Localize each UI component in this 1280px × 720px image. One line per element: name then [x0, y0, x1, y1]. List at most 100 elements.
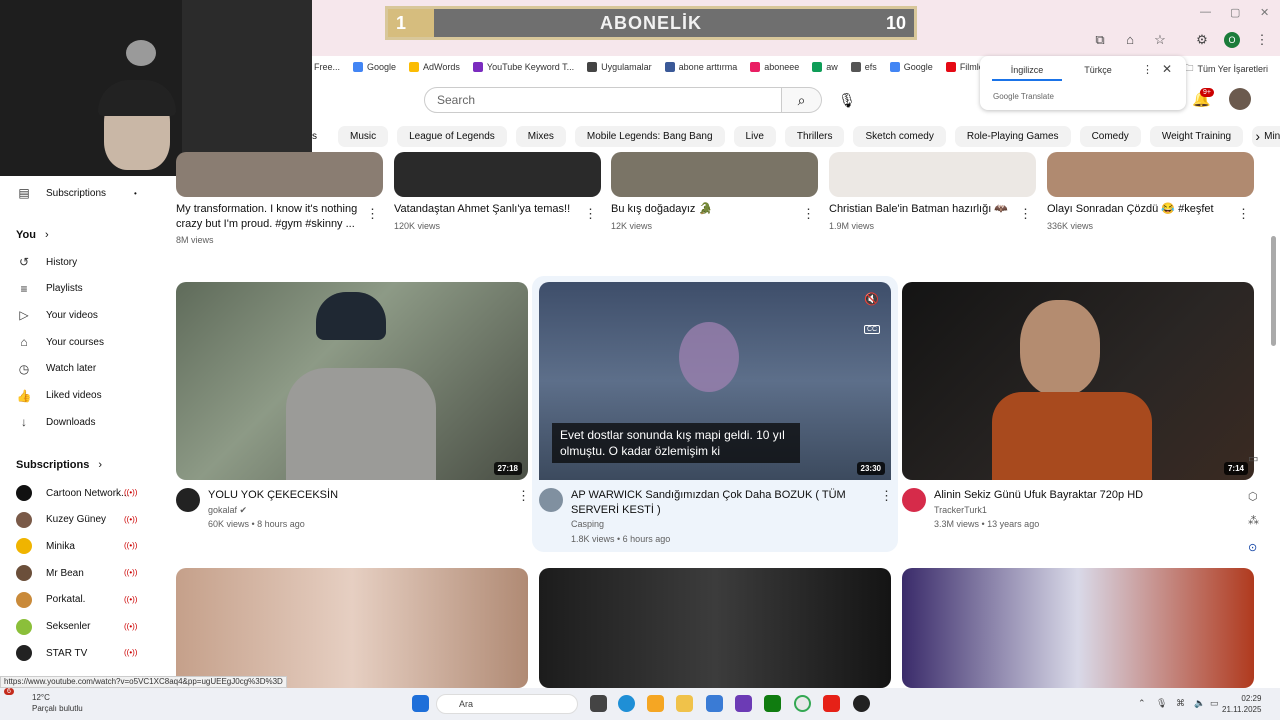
battery-icon[interactable]: ▭: [1210, 698, 1219, 709]
sidebar-item-watch-later[interactable]: ◷ Watch later: [16, 362, 96, 376]
bookmark-item[interactable]: Free...: [314, 62, 340, 72]
chip[interactable]: Thrillers: [784, 125, 845, 147]
chip[interactable]: Mixes: [515, 125, 566, 147]
edge-icon[interactable]: [618, 695, 635, 712]
short-title[interactable]: Bu kış doğadayız 🐊: [611, 202, 796, 217]
video-thumbnail[interactable]: [176, 568, 528, 688]
sidebar-item-history[interactable]: ↺ History: [16, 255, 77, 269]
short-thumbnail[interactable]: [829, 152, 1036, 197]
subscription-channel[interactable]: STAR TV: [16, 645, 87, 662]
subscription-channel[interactable]: Kuzey Güney: [16, 511, 106, 528]
short-title[interactable]: Vatandaştan Ahmet Şanlı'ya temas!!: [394, 202, 579, 217]
side-panel-icon[interactable]: ⊙: [1248, 541, 1257, 554]
you-heading[interactable]: You ›: [16, 229, 49, 241]
network-icon[interactable]: ⌘: [1176, 698, 1185, 709]
bookmark-item[interactable]: Google: [889, 62, 933, 72]
sidebar-item-your-courses[interactable]: ⌂ Your courses: [16, 335, 104, 349]
extensions-icon[interactable]: ⚙: [1194, 32, 1210, 48]
more-options-icon[interactable]: ⋮: [1019, 206, 1032, 222]
channel-avatar[interactable]: [176, 488, 200, 512]
chip[interactable]: Music: [338, 125, 389, 147]
tray-chevron-icon[interactable]: ⌃: [1138, 698, 1146, 709]
weather-widget[interactable]: 12°C Parçalı bulutlu: [18, 692, 83, 714]
channel-name[interactable]: Casping: [571, 519, 604, 529]
taskbar-clock[interactable]: 02:29 21.11.2025: [1222, 693, 1261, 715]
obs-icon[interactable]: [853, 695, 870, 712]
profile-icon[interactable]: O: [1224, 32, 1240, 48]
translate-close-icon[interactable]: ✕: [1162, 62, 1172, 76]
chip[interactable]: Sketch comedy: [853, 125, 946, 147]
close-window-icon[interactable]: ✕: [1260, 6, 1269, 19]
channel-name[interactable]: TrackerTurk1: [934, 505, 987, 515]
side-panel-icon[interactable]: ▭: [1248, 452, 1258, 465]
subscription-channel[interactable]: Mr Bean: [16, 565, 84, 582]
chip[interactable]: Comedy: [1079, 125, 1141, 147]
video-title[interactable]: Alinin Sekiz Günü Ufuk Bayraktar 720p HD: [934, 488, 1234, 503]
video-thumbnail[interactable]: [539, 568, 891, 688]
subscription-channel[interactable]: Porkatal.: [16, 591, 85, 608]
bookmark-star-icon[interactable]: ☆: [1152, 32, 1168, 48]
microphone-icon[interactable]: 🎙: [834, 87, 860, 113]
chip[interactable]: s: [312, 126, 329, 147]
more-options-icon[interactable]: ⋮: [584, 206, 597, 222]
minimize-icon[interactable]: —: [1200, 6, 1211, 18]
more-options-icon[interactable]: ⋮: [517, 488, 530, 504]
channel-name[interactable]: gokalaf ✔: [208, 505, 247, 516]
short-title[interactable]: My transformation. I know it's nothing c…: [176, 202, 361, 232]
chip[interactable]: League of Legends: [397, 125, 507, 147]
short-title[interactable]: Christian Bale'in Batman hazırlığı 🦇: [829, 202, 1014, 217]
maximize-icon[interactable]: ▢: [1230, 6, 1240, 19]
sidebar-item-subscriptions[interactable]: ▤ Subscriptions •: [16, 186, 137, 200]
channel-avatar[interactable]: [539, 488, 563, 512]
short-thumbnail[interactable]: [176, 152, 383, 197]
copilot-icon[interactable]: [647, 695, 664, 712]
translate-tab-source[interactable]: İngilizce: [992, 65, 1062, 81]
video-title[interactable]: AP WARWICK Sandığımızdan Çok Daha BOZUK …: [571, 488, 876, 518]
bookmark-item[interactable]: Google: [353, 62, 396, 72]
subscription-channel[interactable]: Cartoon Network...: [16, 485, 129, 501]
bookmark-item[interactable]: aboneee: [750, 62, 799, 72]
bookmark-item[interactable]: YouTube Keyword T...: [472, 62, 574, 72]
subscription-channel[interactable]: Minika: [16, 538, 75, 555]
all-bookmarks[interactable]: 🗀 Tüm Yer İşaretleri: [1184, 61, 1268, 77]
youtube-app-icon[interactable]: [823, 695, 840, 712]
translate-menu-icon[interactable]: ⋮: [1142, 63, 1153, 76]
sidebar-item-liked-videos[interactable]: 👍 Liked videos: [16, 389, 102, 403]
windows-start-icon[interactable]: [412, 695, 429, 712]
chip[interactable]: Mobile Legends: Bang Bang: [574, 125, 725, 147]
more-options-icon[interactable]: ⋮: [366, 206, 379, 222]
search-input[interactable]: Search: [424, 87, 782, 113]
closed-captions-icon[interactable]: CC: [864, 325, 881, 334]
chips-next-icon[interactable]: ›: [1255, 128, 1260, 144]
chip[interactable]: Weight Training: [1149, 125, 1244, 147]
app-icon[interactable]: [735, 695, 752, 712]
bookmark-item[interactable]: Uygulamalar: [587, 62, 652, 72]
video-thumbnail[interactable]: 27:18: [176, 282, 528, 480]
user-avatar[interactable]: [1229, 88, 1251, 110]
short-thumbnail[interactable]: [611, 152, 818, 197]
bookmark-item[interactable]: AdWords: [409, 62, 460, 72]
sidebar-item-your-videos[interactable]: ▷ Your videos: [16, 308, 98, 322]
menu-dots-icon[interactable]: ⋮: [1254, 32, 1270, 48]
video-title[interactable]: YOLU YOK ÇEKECEKSİN: [208, 488, 508, 503]
more-options-icon[interactable]: ⋮: [1237, 206, 1250, 222]
channel-avatar[interactable]: [902, 488, 926, 512]
microphone-tray-icon[interactable]: 🎙: [1156, 698, 1167, 709]
chip[interactable]: Live: [733, 125, 776, 147]
video-thumbnail[interactable]: [902, 568, 1254, 688]
page-scrollbar[interactable]: [1271, 236, 1276, 346]
more-options-icon[interactable]: ⋮: [802, 206, 815, 222]
bookmark-item[interactable]: efs: [850, 62, 877, 72]
chip[interactable]: Role-Playing Games: [954, 125, 1071, 147]
task-view-icon[interactable]: [590, 695, 607, 712]
subscriptions-heading[interactable]: Subscriptions ›: [16, 459, 102, 471]
taskbar-search[interactable]: Ara: [436, 694, 578, 714]
cast-icon[interactable]: ⧉: [1092, 32, 1108, 48]
sidebar-item-playlists[interactable]: ≡ Playlists: [16, 282, 82, 296]
chrome-icon[interactable]: [794, 695, 811, 712]
search-button[interactable]: ⌕: [782, 87, 822, 113]
store-icon[interactable]: [706, 695, 723, 712]
video-thumbnail[interactable]: 7:14: [902, 282, 1254, 480]
side-panel-icon[interactable]: ⁂: [1248, 514, 1259, 527]
file-explorer-icon[interactable]: [676, 695, 693, 712]
